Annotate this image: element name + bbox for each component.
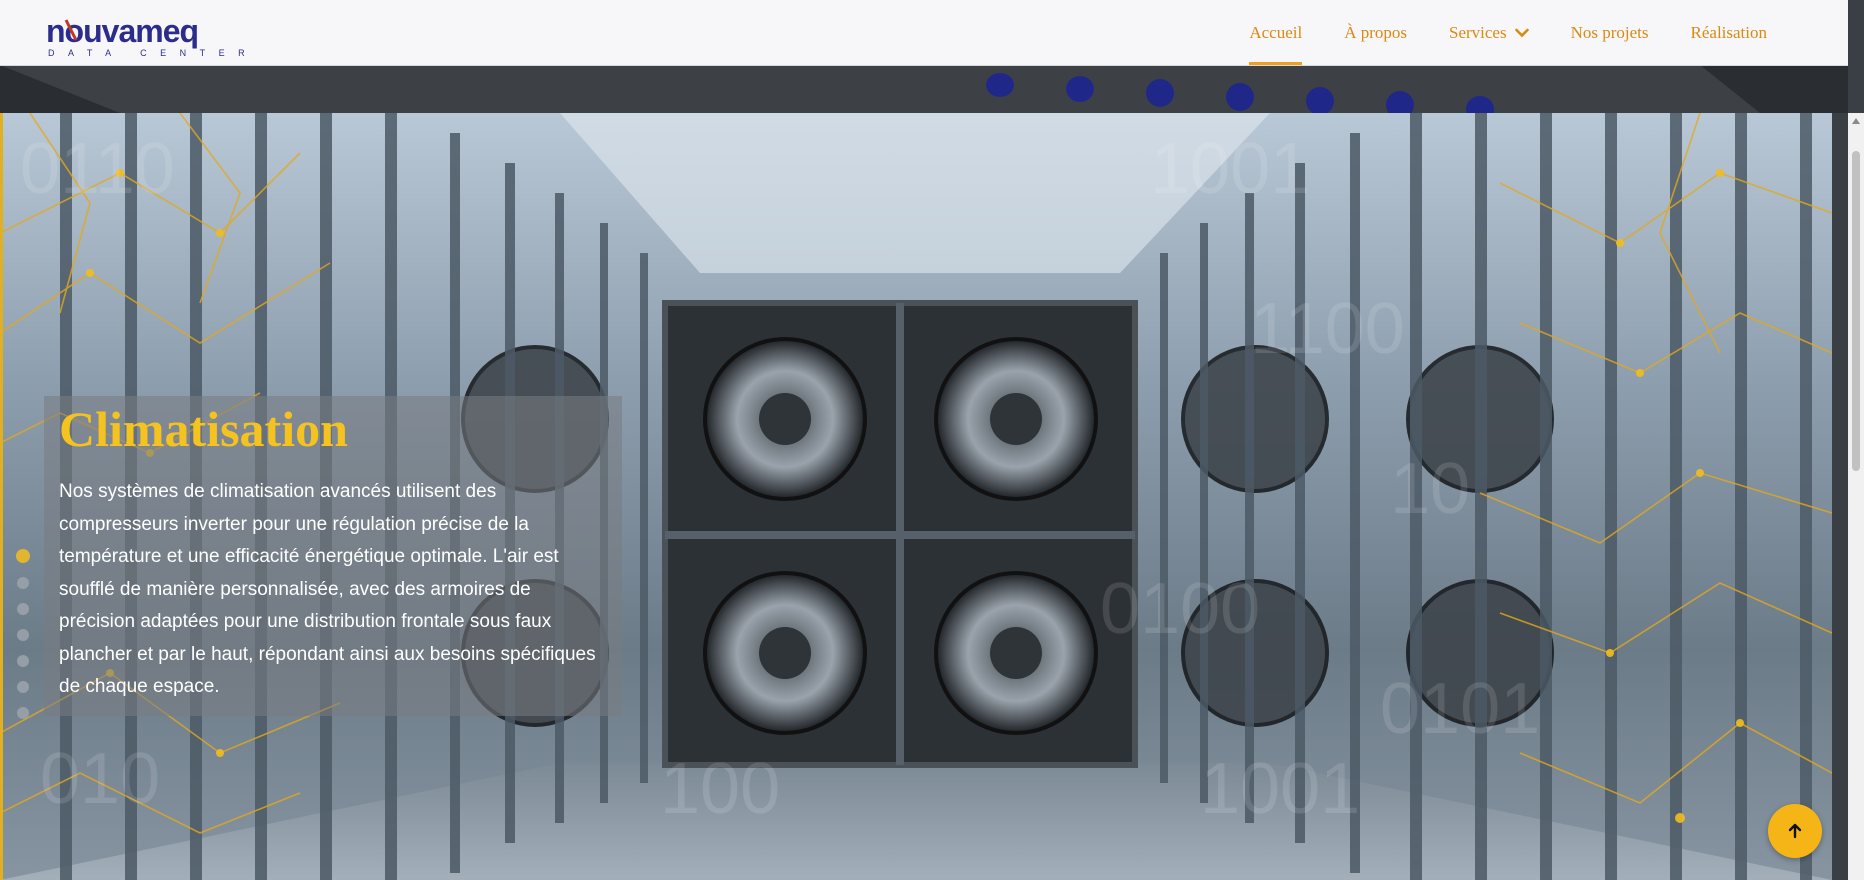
nav-item-accueil[interactable]: Accueil (1228, 0, 1323, 65)
slide-dot-3[interactable] (17, 603, 29, 615)
nav-label: Réalisation (1690, 22, 1767, 42)
nouvameq-logo[interactable]: nouvameq DATA CENTER (46, 12, 256, 58)
svg-text:10: 10 (1390, 449, 1470, 529)
slide-dot-4[interactable] (17, 629, 29, 641)
svg-text:010: 010 (40, 739, 160, 819)
building-sign-image (0, 65, 1848, 113)
svg-text:0101: 0101 (1380, 669, 1540, 749)
slide-dot-7[interactable] (17, 707, 29, 719)
slide-caption: Climatisation Nos systèmes de climatisat… (44, 396, 622, 716)
logo-tagline: DATA CENTER (48, 48, 256, 58)
svg-text:1001: 1001 (1200, 749, 1360, 829)
nav-label: Nos projets (1570, 22, 1649, 42)
svg-text:0100: 0100 (1100, 569, 1260, 649)
nav-label: Accueil (1249, 22, 1303, 42)
svg-text:1001: 1001 (1150, 129, 1310, 209)
site-header: nouvameq DATA CENTER Accueil À propos Se… (0, 0, 1848, 66)
nav-item-nos-projets[interactable]: Nos projets (1550, 0, 1670, 65)
nav-item-services[interactable]: Services (1428, 0, 1550, 65)
slide-dot-2[interactable] (17, 577, 29, 589)
main-navigation: Accueil À propos Services Nos projets Ré… (1228, 0, 1788, 65)
hero-slider: 0110 1001 1100 10 0100 0101 010 100 1001… (0, 113, 1832, 880)
nav-item-a-propos[interactable]: À propos (1323, 0, 1428, 65)
slide-description: Nos systèmes de climatisation avancés ut… (59, 481, 596, 697)
arrow-up-icon (1788, 823, 1802, 839)
svg-text:1100: 1100 (1250, 289, 1405, 369)
svg-text:0110: 0110 (20, 129, 175, 209)
scrollbar-thumb[interactable] (1852, 151, 1860, 471)
slide-dot-5[interactable] (17, 655, 29, 667)
slide-title: Climatisation (59, 401, 348, 457)
slide-dot-1[interactable] (16, 549, 30, 563)
slide-dot-6[interactable] (17, 681, 29, 693)
nav-item-realisation[interactable]: Réalisation (1670, 0, 1788, 65)
logo-wordmark: nouvameq (46, 13, 198, 49)
scroll-up-arrow-icon[interactable] (1852, 118, 1860, 124)
background-banner-strip (0, 65, 1848, 113)
slide-frame-accent (0, 113, 3, 880)
slide-pagination (16, 549, 30, 733)
nav-label: Services (1449, 22, 1507, 42)
chevron-down-icon (1514, 28, 1529, 37)
page-scrollbar[interactable] (1848, 113, 1864, 880)
svg-text:100: 100 (660, 749, 780, 829)
scroll-to-top-button[interactable] (1768, 804, 1822, 858)
nav-label: À propos (1344, 22, 1407, 42)
